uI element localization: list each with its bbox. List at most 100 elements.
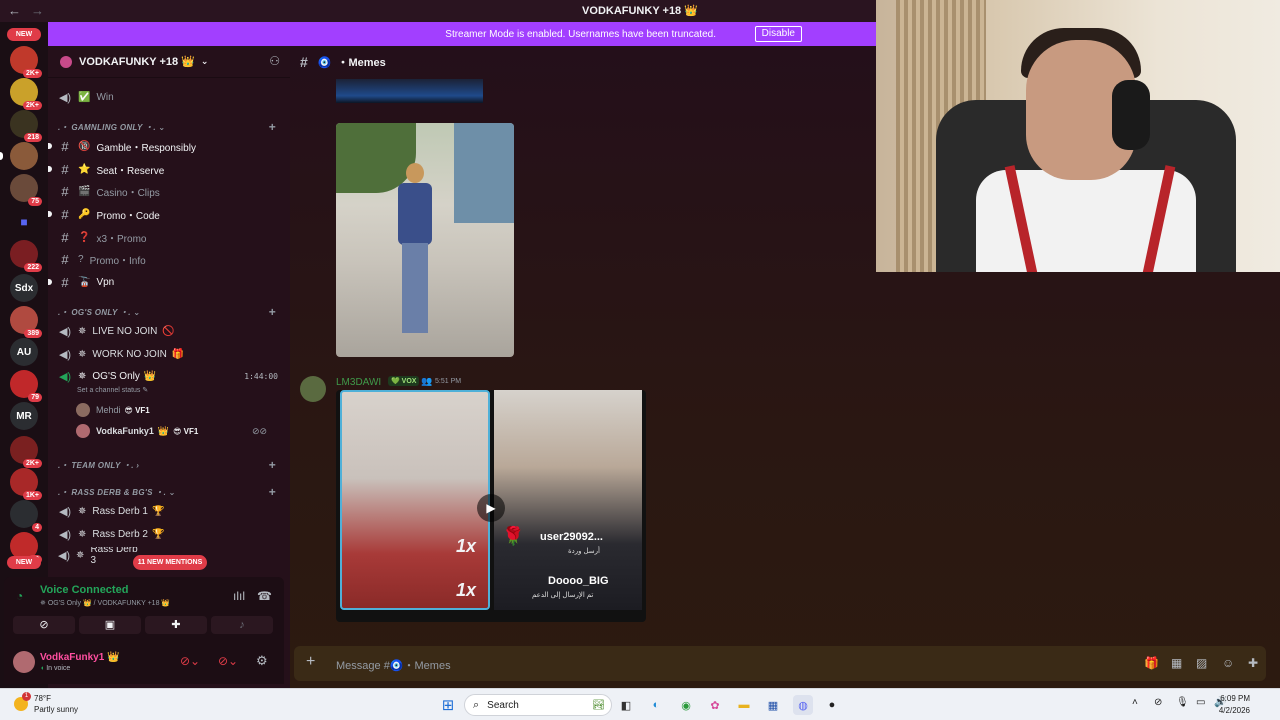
camera-off-button[interactable]: ⊘ <box>13 616 75 634</box>
mic-muted-icon[interactable]: ⊘⌄ <box>180 654 200 668</box>
sticker-icon[interactable]: ▨ <box>1196 656 1207 670</box>
file-explorer-icon[interactable]: ▬ <box>734 695 754 715</box>
channel-rass-2[interactable]: ◀) ✵ Rass Derb 2 🏆 <box>56 524 282 544</box>
server-badge: 1K+ <box>22 491 42 500</box>
chevron-up-icon[interactable]: ˄ <box>1132 697 1138 708</box>
avatar[interactable] <box>13 651 35 673</box>
channel-casino[interactable]: # 🎬 Casino・Clips <box>56 181 282 201</box>
task-view-icon[interactable]: ◧ <box>616 695 636 715</box>
user-name[interactable]: VodkaFunky1 👑 <box>40 652 120 663</box>
channel-promo-info[interactable]: #? Promo・Info <box>56 249 282 269</box>
server-sdx[interactable]: Sdx <box>10 274 38 302</box>
gear-icon[interactable]: ⚙ <box>256 653 268 669</box>
channel-promo-code[interactable]: # 🔑 Promo・Code <box>48 204 282 224</box>
copilot-icon[interactable]: ✿ <box>705 695 725 715</box>
voice-status[interactable]: Voice Connected <box>40 584 128 596</box>
noise-suppression-icon[interactable]: ılıl <box>233 589 245 603</box>
server-icon[interactable]: 222 <box>10 240 42 272</box>
server-icon[interactable] <box>10 142 38 170</box>
edge-icon[interactable]: ◐ <box>646 695 666 715</box>
gift-icon[interactable]: 🎁 <box>1144 656 1159 670</box>
add-attachment-icon[interactable]: + <box>306 653 315 671</box>
category-team[interactable]: .・ TEAM ONLY ・. › + <box>58 458 280 474</box>
app-icon[interactable]: ● <box>822 695 842 715</box>
message-input[interactable]: Message #🧿・Memes <box>336 657 451 673</box>
no-icon: 🔞 <box>78 140 91 152</box>
server-icon[interactable]: 2K+ <box>10 436 42 468</box>
server-name: VODKAFUNKY +18 👑 <box>79 56 195 68</box>
windows-start-icon[interactable]: ⊞ <box>438 695 458 715</box>
play-icon[interactable]: ▶ <box>477 494 505 522</box>
channel-vpn[interactable]: # 🚡 Vpn <box>48 272 282 292</box>
channel-live-no-join[interactable]: ◀) ✵ LIVE NO JOIN 🚫 <box>56 321 282 341</box>
server-icon[interactable]: 79 <box>10 370 42 402</box>
server-icon[interactable]: 218 <box>10 110 42 142</box>
banner-text: Streamer Mode is enabled. Usernames have… <box>445 28 716 40</box>
network-off-icon[interactable]: ⊘ <box>1154 697 1162 708</box>
server-icon[interactable]: 2K+ <box>10 78 42 110</box>
add-channel-icon[interactable]: + <box>269 458 276 472</box>
discord-icon[interactable]: ◍ <box>793 695 813 715</box>
disable-button[interactable]: Disable <box>754 26 802 42</box>
server-au[interactable]: AU <box>10 338 38 366</box>
server-header[interactable]: VODKAFUNKY +18 👑 ⌄ ⚇ <box>48 46 290 78</box>
channel-seat[interactable]: # ⭐ Seat・Reserve <box>48 159 282 179</box>
activities-button[interactable]: ✚ <box>145 616 207 634</box>
category-gambling[interactable]: .・ GAMNLING ONLY ・. ⌄ + <box>58 120 280 136</box>
temperature: 78°F <box>34 694 51 703</box>
channel-win[interactable]: ◀) ✅ Win <box>56 87 282 107</box>
channel-gamble[interactable]: # 🔞 Gamble・Responsibly <box>48 136 282 156</box>
server-icon[interactable]: 1K+ <box>10 468 42 500</box>
invite-icon[interactable]: ⚇ <box>269 54 280 68</box>
photo-building <box>454 123 514 223</box>
channel-x3-promo[interactable]: # ❓ x3・Promo <box>56 227 282 247</box>
channel-rass-3[interactable]: ◀) ✵ Rass Derb 3 <box>56 547 140 563</box>
channel-ogs-only[interactable]: ◀) ✵ OG'S Only 👑 1:44:00 <box>56 366 282 386</box>
server-icon[interactable]: 2K+ <box>10 46 42 78</box>
no-entry-icon: 🚫 <box>162 325 175 337</box>
message-author[interactable]: LM3DAWI <box>336 377 381 388</box>
emoji-icon[interactable]: ☺ <box>1222 656 1234 670</box>
store-icon[interactable]: ▦ <box>763 695 783 715</box>
nazar-icon: 🧿 <box>317 56 332 69</box>
avatar[interactable] <box>300 376 326 402</box>
server-icon[interactable]: 389 <box>10 306 42 338</box>
new-mentions-pill[interactable]: 11 NEW MENTIONS <box>133 555 207 570</box>
soundboard-icon: ♪ <box>239 619 245 631</box>
voice-user[interactable]: Mehdi 😎 VF1 <box>76 401 150 419</box>
gif-icon[interactable]: ▦ <box>1171 656 1182 670</box>
channel-rass-1[interactable]: ◀) ✵ Rass Derb 1 🏆 <box>56 501 282 521</box>
screen-share-button[interactable]: ▣ <box>79 616 141 634</box>
voice-user[interactable]: VodkaFunky1 👑 😎 VF1 ⊘⊘ <box>76 422 276 440</box>
server-mr[interactable]: MR <box>10 402 38 430</box>
avatar <box>76 403 90 417</box>
server-icon[interactable]: 4 <box>10 500 42 532</box>
category-rass[interactable]: .・ RASS DERB & BG'S ・. ⌄ + <box>58 485 280 501</box>
status-hint-label: Set a channel status <box>77 387 141 394</box>
add-channel-icon[interactable]: + <box>269 305 276 319</box>
add-channel-icon[interactable]: + <box>269 485 276 499</box>
voice-location[interactable]: ✵ OG'S Only 👑 / VODKAFUNKY +18 👑 <box>40 599 170 607</box>
speaker-icon: ◀) <box>57 549 71 562</box>
channel-status-hint[interactable]: Set a channel status ✎ <box>77 386 148 394</box>
disconnect-icon[interactable]: ☎ <box>257 589 272 603</box>
voice-user-name: VodkaFunky1 <box>96 426 154 436</box>
message-composer[interactable]: + Message #🧿・Memes 🎁 ▦ ▨ ☺ ✚ <box>294 646 1266 681</box>
signal-icon[interactable]: ◔ <box>16 589 23 603</box>
category-ogs[interactable]: .・ OG'S ONLY ・. ⌄ + <box>58 305 280 321</box>
headphones-muted-icon[interactable]: ⊘⌄ <box>218 654 238 668</box>
weather-widget[interactable]: 1 78°F Partly sunny <box>14 692 78 715</box>
server-icon[interactable]: 75 <box>10 174 42 206</box>
apps-icon[interactable]: ✚ <box>1248 656 1258 670</box>
channel-work-no-join[interactable]: ◀) ✵ WORK NO JOIN 🎁 <box>56 344 282 364</box>
taskbar-search[interactable]: ⌕ Search 🏞 <box>464 694 612 716</box>
image-attachment[interactable] <box>336 123 514 357</box>
chrome-icon[interactable]: ◉ <box>676 695 696 715</box>
add-channel-icon[interactable]: + <box>269 120 276 134</box>
clock[interactable]: 6:09 PM 4/2/2026 <box>1200 693 1250 717</box>
microphone-icon[interactable]: 🎙 <box>1176 697 1189 708</box>
folder-icon[interactable]: ■ <box>10 208 38 236</box>
image-attachment[interactable] <box>336 79 483 103</box>
video-attachment[interactable]: 1x 1x 🌹 user29092... أرسل وردة Doooo_BIG… <box>336 390 646 622</box>
soundboard-button[interactable]: ♪ <box>211 616 273 634</box>
